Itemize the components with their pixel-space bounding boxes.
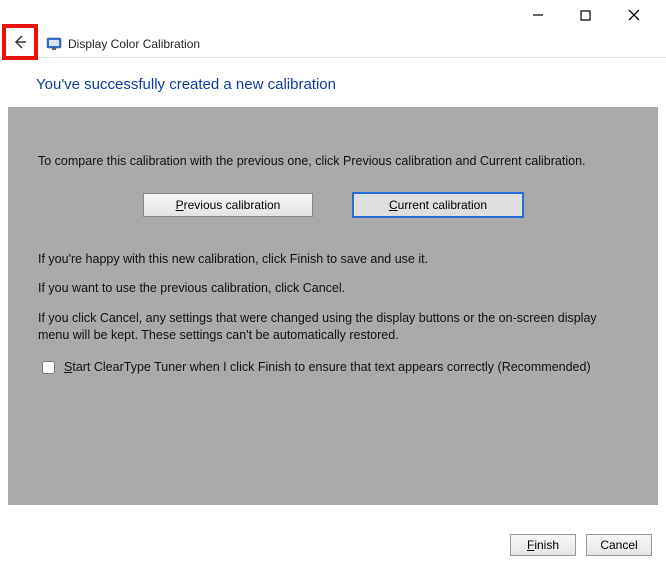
intro-text: To compare this calibration with the pre…: [38, 153, 628, 171]
main-panel: To compare this calibration with the pre…: [8, 107, 658, 505]
finish-button[interactable]: Finish: [510, 534, 576, 556]
window-title: Display Color Calibration: [68, 37, 200, 51]
close-button[interactable]: [628, 9, 658, 21]
app-icon: [46, 36, 62, 52]
minimize-icon: [532, 9, 544, 21]
cancel-warning-text: If you click Cancel, any settings that w…: [38, 310, 628, 345]
cancel-button[interactable]: Cancel: [586, 534, 652, 556]
maximize-icon: [580, 10, 591, 21]
close-icon: [628, 9, 640, 21]
cancel-instruction-text: If you want to use the previous calibrat…: [38, 280, 628, 298]
previous-calibration-button[interactable]: Previous calibration: [143, 193, 313, 217]
cleartype-label[interactable]: Start ClearType Tuner when I click Finis…: [64, 359, 591, 377]
title-bar: [0, 0, 666, 30]
cleartype-checkbox[interactable]: [42, 361, 55, 374]
footer-buttons: Finish Cancel: [510, 534, 652, 556]
cleartype-checkbox-row: Start ClearType Tuner when I click Finis…: [38, 359, 628, 377]
finish-instruction-text: If you're happy with this new calibratio…: [38, 251, 628, 269]
header-row: Display Color Calibration: [0, 30, 666, 58]
maximize-button[interactable]: [580, 10, 610, 21]
back-arrow-icon[interactable]: [12, 34, 28, 50]
page-title: You've successfully created a new calibr…: [0, 58, 666, 107]
compare-buttons-row: Previous calibration Current calibration: [38, 193, 628, 217]
back-button-highlight: [2, 24, 38, 60]
current-calibration-button[interactable]: Current calibration: [353, 193, 523, 217]
minimize-button[interactable]: [532, 9, 562, 21]
